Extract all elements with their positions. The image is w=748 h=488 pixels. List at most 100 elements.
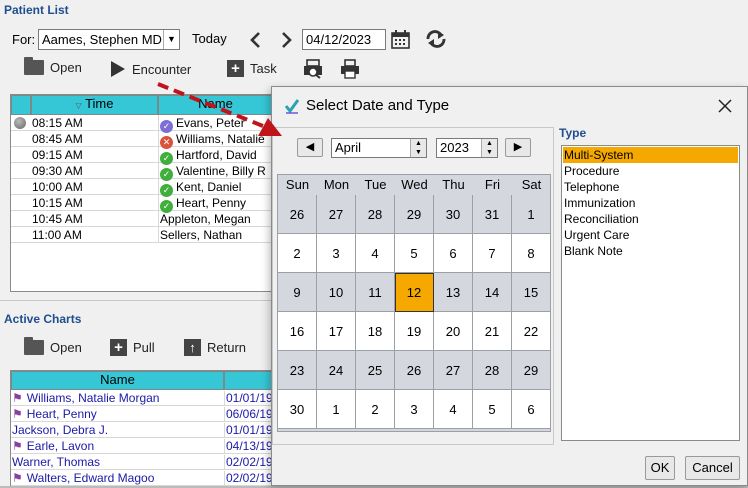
- calendar-day[interactable]: 30: [278, 390, 317, 429]
- close-icon[interactable]: [718, 99, 732, 113]
- encounter-button[interactable]: Encounter: [110, 60, 191, 78]
- calendar-day[interactable]: 15: [512, 273, 551, 312]
- calendar-day[interactable]: 4: [434, 390, 473, 429]
- time-column-header[interactable]: ▽ Time: [31, 95, 158, 115]
- patient-row[interactable]: 09:30 AM ✓ Valentine, Billy R: [11, 163, 273, 181]
- year-select[interactable]: 2023 ▲ ▼: [436, 138, 498, 158]
- calendar-day[interactable]: 28: [473, 351, 512, 390]
- time-header-label: Time: [85, 96, 114, 111]
- patient-row[interactable]: 11:00 AM Sellers, Nathan: [11, 227, 273, 243]
- flag-icon: ⚑: [12, 407, 23, 421]
- patient-row[interactable]: 10:00 AM ✓ Kent, Daniel: [11, 179, 273, 197]
- chart-row[interactable]: Jackson, Debra J. 01/01/19: [11, 422, 273, 438]
- charts-name-column-header[interactable]: Name: [11, 371, 224, 390]
- calendar-day[interactable]: 20: [434, 312, 473, 351]
- charts-date-column-header[interactable]: [224, 371, 273, 390]
- chart-row-date: 01/01/19: [224, 423, 273, 437]
- type-item[interactable]: Urgent Care: [563, 227, 738, 243]
- calendar-day[interactable]: 9: [278, 273, 317, 312]
- charts-open-button[interactable]: Open: [24, 337, 82, 355]
- chart-row[interactable]: Warner, Thomas 02/02/19: [11, 454, 273, 470]
- chart-row[interactable]: ⚑ Walters, Edward Magoo 02/02/19: [11, 470, 273, 486]
- calendar-grid: Sun Mon Tue Wed Thu Fri Sat 26 27 28 29 30 31 1 2 3 4 5 6 7…: [277, 174, 551, 432]
- type-item[interactable]: Blank Note: [563, 243, 738, 259]
- provider-select[interactable]: Aames, Stephen MD ▼: [38, 29, 180, 50]
- ok-button[interactable]: OK: [645, 456, 675, 480]
- calendar-day[interactable]: 2: [356, 390, 395, 429]
- date-input[interactable]: 04/12/2023: [302, 29, 386, 50]
- calendar-day[interactable]: 27: [434, 351, 473, 390]
- calendar-day[interactable]: 8: [512, 234, 551, 273]
- calendar-day[interactable]: 18: [356, 312, 395, 351]
- type-item-selected[interactable]: Multi-System: [563, 147, 738, 163]
- type-item[interactable]: Immunization: [563, 195, 738, 211]
- refresh-icon[interactable]: [423, 28, 449, 50]
- cancel-button[interactable]: Cancel: [685, 456, 740, 480]
- previous-month-button[interactable]: ◀: [297, 138, 323, 157]
- calendar-day[interactable]: 10: [317, 273, 356, 312]
- calendar-day[interactable]: 29: [512, 351, 551, 390]
- calendar-day[interactable]: 2: [278, 234, 317, 273]
- calendar-day[interactable]: 31: [473, 195, 512, 234]
- calendar-day[interactable]: 13: [434, 273, 473, 312]
- print-preview-icon[interactable]: [303, 59, 323, 79]
- chart-row[interactable]: ⚑ Heart, Penny 06/06/19: [11, 406, 273, 422]
- calendar-day[interactable]: 21: [473, 312, 512, 351]
- panel-divider[interactable]: [0, 300, 272, 304]
- chevron-down-icon[interactable]: ▼: [163, 30, 179, 49]
- calendar-day[interactable]: 26: [395, 351, 434, 390]
- printer-icon[interactable]: [340, 59, 360, 79]
- open-button[interactable]: Open: [24, 57, 82, 75]
- calendar-day[interactable]: 28: [356, 195, 395, 234]
- type-item[interactable]: Procedure: [563, 163, 738, 179]
- calendar-day-selected[interactable]: 12: [395, 273, 434, 312]
- calendar-day[interactable]: 24: [317, 351, 356, 390]
- weekday-header: Thu: [442, 177, 465, 192]
- next-month-button[interactable]: ▶: [505, 138, 531, 157]
- chart-row-name: Earle, Lavon: [26, 439, 95, 453]
- calendar-day[interactable]: 26: [278, 195, 317, 234]
- column-separator: [158, 227, 159, 243]
- calendar-icon[interactable]: [391, 30, 410, 49]
- calendar-day[interactable]: 4: [356, 234, 395, 273]
- calendar-day[interactable]: 1: [512, 195, 551, 234]
- calendar-day[interactable]: 3: [395, 390, 434, 429]
- type-item[interactable]: Telephone: [563, 179, 738, 195]
- row-time: 10:45 AM: [32, 212, 83, 226]
- calendar-day[interactable]: 3: [317, 234, 356, 273]
- calendar-day[interactable]: 7: [473, 234, 512, 273]
- calendar-day[interactable]: 1: [317, 390, 356, 429]
- calendar-day[interactable]: 27: [317, 195, 356, 234]
- calendar-day[interactable]: 22: [512, 312, 551, 351]
- active-charts-title: Active Charts: [4, 312, 82, 326]
- calendar-day[interactable]: 25: [356, 351, 395, 390]
- today-button[interactable]: Today: [192, 31, 227, 46]
- return-button[interactable]: ↑ Return: [184, 339, 246, 356]
- calendar-day[interactable]: 5: [395, 234, 434, 273]
- patient-row[interactable]: 10:45 AM Appleton, Megan: [11, 211, 273, 227]
- month-select[interactable]: April ▲ ▼: [331, 138, 427, 158]
- chart-row[interactable]: ⚑ Williams, Natalie Morgan 01/01/19: [11, 390, 273, 406]
- patient-row[interactable]: 09:15 AM ✓ Hartford, David: [11, 147, 273, 165]
- chart-row-name-cell: ⚑ Walters, Edward Magoo: [12, 471, 154, 485]
- patient-row[interactable]: 10:15 AM ✓ Heart, Penny: [11, 195, 273, 213]
- task-button[interactable]: + Task: [227, 60, 277, 77]
- calendar-day[interactable]: 6: [434, 234, 473, 273]
- calendar-day[interactable]: 14: [473, 273, 512, 312]
- calendar-day[interactable]: 11: [356, 273, 395, 312]
- calendar-day[interactable]: 17: [317, 312, 356, 351]
- type-item[interactable]: Reconciliation: [563, 211, 738, 227]
- calendar-day[interactable]: 5: [473, 390, 512, 429]
- year-spinner-icon[interactable]: ▲ ▼: [481, 139, 497, 157]
- month-spinner-icon[interactable]: ▲ ▼: [410, 139, 426, 157]
- calendar-day[interactable]: 16: [278, 312, 317, 351]
- calendar-day[interactable]: 19: [395, 312, 434, 351]
- chart-row[interactable]: ⚑ Earle, Lavon 04/13/19: [11, 438, 273, 454]
- pull-button[interactable]: + Pull: [110, 339, 155, 356]
- next-date-icon[interactable]: [279, 31, 293, 49]
- previous-date-icon[interactable]: [249, 31, 263, 49]
- calendar-day[interactable]: 6: [512, 390, 551, 429]
- calendar-day[interactable]: 23: [278, 351, 317, 390]
- calendar-day[interactable]: 29: [395, 195, 434, 234]
- calendar-day[interactable]: 30: [434, 195, 473, 234]
